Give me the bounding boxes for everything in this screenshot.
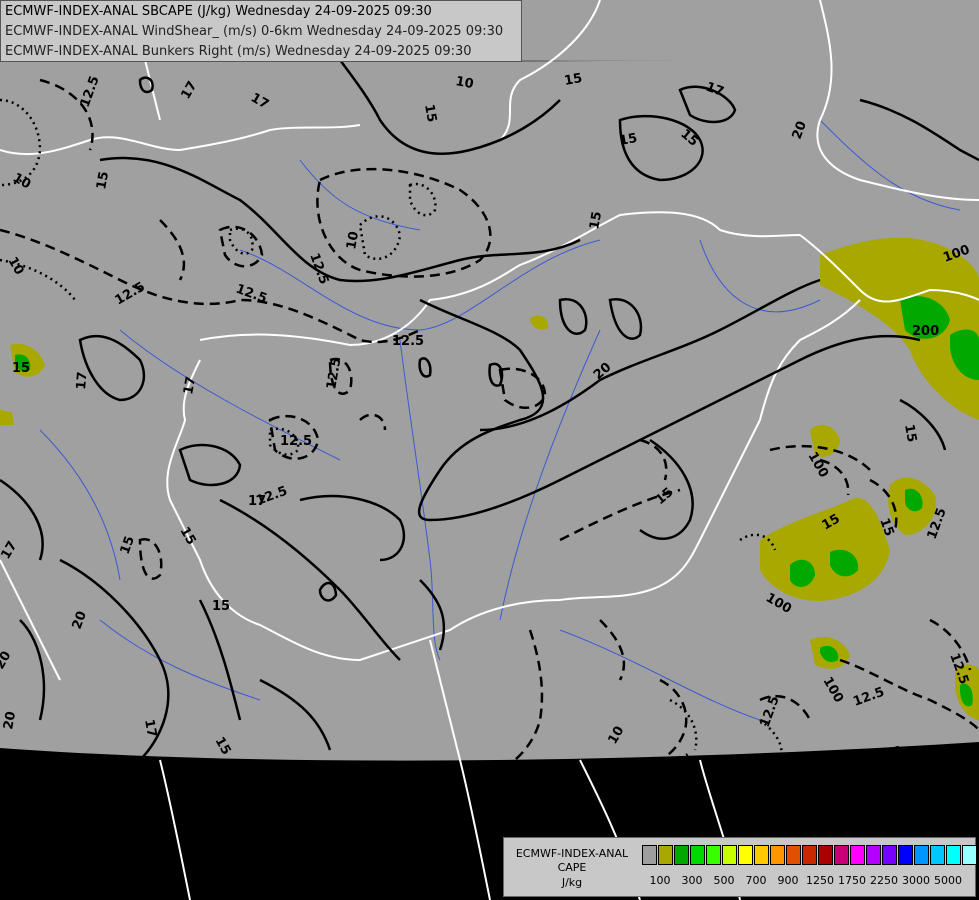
contour-label: 17 — [74, 371, 91, 390]
contour-label: 15 — [421, 103, 439, 123]
contour-label: 10 — [883, 744, 903, 762]
contour-label: 12.5 — [280, 434, 312, 449]
legend-swatch — [690, 845, 705, 865]
contour-label: 15 — [212, 599, 230, 614]
legend-tick-labels: 100 300 500 700 900 1250 1750 2250 3000 5000 — [642, 874, 972, 888]
legend-color-scale — [642, 845, 979, 865]
contour-label: 15 — [94, 170, 112, 190]
legend-swatch — [754, 845, 769, 865]
legend-swatch — [866, 845, 881, 865]
legend-swatch — [770, 845, 785, 865]
legend-swatch — [882, 845, 897, 865]
contour-label: 10 — [454, 74, 474, 92]
legend-swatch — [786, 845, 801, 865]
legend-swatch — [642, 845, 657, 865]
legend-swatch — [818, 845, 833, 865]
title-windshear: ECMWF-INDEX-ANAL WindShear_ (m/s) 0-6km … — [5, 24, 504, 39]
legend-tick-label: 500 — [713, 874, 735, 887]
legend-tick-label: 700 — [745, 874, 767, 887]
legend-swatch — [658, 845, 673, 865]
legend-swatch — [802, 845, 817, 865]
legend-swatch — [962, 845, 977, 865]
legend-tick-label: 300 — [681, 874, 703, 887]
legend-source: ECMWF-INDEX-ANAL — [515, 847, 629, 860]
legend-tick-label: 5000 — [934, 874, 962, 887]
contour-label: 17 — [141, 718, 159, 738]
contour-label: 15 — [12, 361, 30, 376]
contour-label: 15 — [901, 423, 919, 443]
contour-label: 12.5 — [392, 334, 424, 349]
contour-label: 15 — [587, 210, 605, 230]
legend-tick-label: 1750 — [838, 874, 866, 887]
title-sbcape: ECMWF-INDEX-ANAL SBCAPE (J/kg) Wednesday… — [5, 4, 432, 19]
legend-swatch — [674, 845, 689, 865]
cape-legend: ECMWF-INDEX-ANAL CAPE J/kg 100 300 500 700 9… — [503, 837, 979, 897]
contour-label: 17 — [248, 494, 266, 509]
legend-tick-label: 2250 — [870, 874, 898, 887]
title-bunkers: ECMWF-INDEX-ANAL Bunkers Right (m/s) Wed… — [5, 44, 472, 59]
contour-label: 10 — [344, 230, 362, 250]
map-title-box: ECMWF-INDEX-ANAL SBCAPE (J/kg) Wednesday… — [0, 0, 522, 62]
contour-label: 20 — [1, 710, 19, 730]
contour-label: 200 — [912, 324, 939, 339]
legend-units: J/kg — [561, 876, 583, 889]
legend-swatch — [706, 845, 721, 865]
legend-variable: CAPE — [557, 861, 587, 874]
contour-label: 15 — [563, 71, 583, 89]
legend-swatch — [738, 845, 753, 865]
legend-swatch — [834, 845, 849, 865]
legend-tick-label: 100 — [649, 874, 671, 887]
legend-swatch — [930, 845, 945, 865]
legend-swatch — [722, 845, 737, 865]
legend-swatch — [850, 845, 865, 865]
legend-swatch — [946, 845, 961, 865]
contour-label: 15 — [618, 131, 638, 149]
legend-tick-label: 3000 — [902, 874, 930, 887]
legend-tick-label: 1250 — [806, 874, 834, 887]
legend-swatch — [898, 845, 913, 865]
weather-map: 12.5 17 17 15 15 15 17 20 12.5 10 10 12.… — [0, 0, 979, 900]
legend-swatch — [914, 845, 929, 865]
contour-label: 17 — [181, 375, 199, 395]
legend-tick-label: 900 — [777, 874, 799, 887]
